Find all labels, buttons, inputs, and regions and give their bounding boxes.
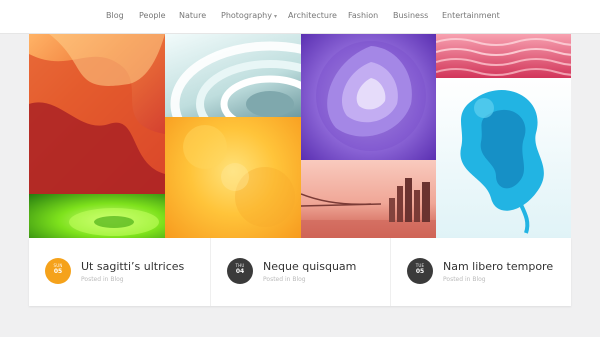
post-date-badge: THU 04 bbox=[227, 258, 253, 284]
post-card[interactable]: THU 04 Neque quisquam Posted in Blog bbox=[210, 238, 390, 306]
gallery-tile-green-abstract[interactable] bbox=[29, 194, 165, 238]
nav-item-nature[interactable]: Nature bbox=[179, 11, 206, 20]
post-title[interactable]: Ut sagitti’s ultrices bbox=[81, 260, 184, 273]
badge-day: THU bbox=[235, 263, 245, 268]
orange-texture-image bbox=[183, 125, 295, 227]
nav-item-photography-label: Photography bbox=[221, 11, 272, 20]
gallery-tile-pink-sand[interactable] bbox=[436, 34, 571, 78]
gallery-tile-purple-succulent[interactable] bbox=[301, 34, 436, 160]
gallery-tile-blue-ink[interactable] bbox=[436, 78, 571, 238]
top-navigation-bar: Blog People Nature Photography ▾ Architec… bbox=[0, 0, 600, 34]
nav-item-business[interactable]: Business bbox=[393, 11, 428, 20]
badge-day: TUE bbox=[415, 263, 425, 268]
pink-sand-image bbox=[436, 38, 571, 76]
nav-item-entertainment[interactable]: Entertainment bbox=[442, 11, 500, 20]
post-date-badge: TUE 05 bbox=[407, 258, 433, 284]
gallery-tile-bridge-sunset[interactable] bbox=[301, 160, 436, 238]
post-card[interactable]: SUN 05 Ut sagitti’s ultrices Posted in B… bbox=[29, 238, 210, 306]
gallery-tile-white-spiral[interactable] bbox=[165, 34, 301, 117]
nav-item-photography[interactable]: Photography ▾ bbox=[221, 11, 277, 20]
purple-succulent-image bbox=[316, 41, 426, 151]
post-card[interactable]: TUE 05 Nam libero tempore Posted in Blog bbox=[390, 238, 571, 306]
nav-item-blog[interactable]: Blog bbox=[106, 11, 124, 20]
nav-item-fashion[interactable]: Fashion bbox=[348, 11, 378, 20]
gallery-tile-antelope-canyon[interactable] bbox=[29, 34, 165, 194]
post-title[interactable]: Neque quisquam bbox=[263, 260, 356, 273]
badge-day: SUN bbox=[53, 263, 63, 268]
white-spiral-image bbox=[170, 41, 301, 117]
badge-date: 05 bbox=[53, 268, 63, 275]
nav-item-architecture[interactable]: Architecture bbox=[288, 11, 337, 20]
badge-date: 04 bbox=[235, 268, 245, 275]
gallery-tile-orange-texture[interactable] bbox=[165, 117, 301, 238]
nav-item-people[interactable]: People bbox=[139, 11, 166, 20]
green-abstract-image bbox=[69, 208, 159, 236]
antelope-canyon-image bbox=[29, 34, 165, 194]
post-meta: Posted in Blog bbox=[81, 276, 124, 283]
main-menu: Blog People Nature Photography ▾ Architec… bbox=[0, 0, 600, 34]
image-mosaic-gallery bbox=[29, 34, 571, 238]
post-meta: Posted in Blog bbox=[443, 276, 486, 283]
post-date-badge: SUN 05 bbox=[45, 258, 71, 284]
badge-date: 05 bbox=[415, 268, 425, 275]
chevron-down-icon: ▾ bbox=[273, 13, 277, 20]
post-meta: Posted in Blog bbox=[263, 276, 306, 283]
recent-posts-strip: SUN 05 Ut sagitti’s ultrices Posted in B… bbox=[29, 238, 571, 306]
post-title[interactable]: Nam libero tempore bbox=[443, 260, 553, 273]
blue-ink-image bbox=[460, 90, 544, 234]
bridge-sunset-image bbox=[301, 178, 436, 238]
